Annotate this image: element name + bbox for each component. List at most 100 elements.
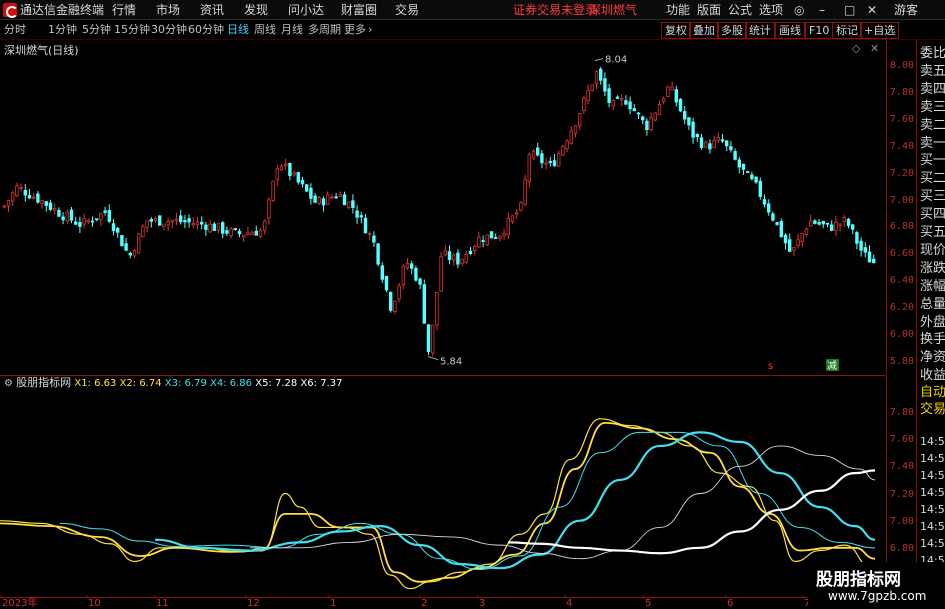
indicator-name[interactable]: 股朋指标网 — [16, 376, 71, 389]
indicator-tick-label: 6.80 — [889, 542, 914, 554]
stats-button[interactable]: 统计 — [745, 22, 775, 39]
add-watchlist-button[interactable]: +自选 — [860, 22, 900, 39]
candlestick — [481, 235, 485, 248]
menu-item-news[interactable]: 资讯 — [200, 3, 224, 17]
menu-item-function[interactable]: 功能 — [666, 3, 690, 17]
gear-icon[interactable]: ⚙ — [4, 378, 13, 389]
side-item-label[interactable]: 买二 — [920, 172, 945, 186]
side-time-label: 14:56 — [920, 486, 945, 499]
candlestick — [720, 133, 725, 144]
series-x5 — [250, 445, 876, 560]
candlestick — [775, 222, 779, 226]
guest-label[interactable]: 游客 — [894, 3, 918, 17]
menu-item-trade[interactable]: 交易 — [395, 3, 419, 17]
candlestick — [594, 70, 599, 90]
indicator-tick-label: 7.40 — [889, 461, 914, 473]
date-tick-label: 4 — [566, 598, 573, 609]
side-item-label[interactable]: 自动 — [920, 386, 945, 400]
date-tick-label: 2023年 — [2, 598, 38, 609]
menu-item-options[interactable]: 选项 — [759, 3, 783, 17]
multi-stock-button[interactable]: 多股 — [717, 22, 747, 39]
period-60min[interactable]: 60分钟 — [188, 23, 224, 37]
candlestick — [662, 96, 666, 105]
candlestick — [796, 233, 800, 249]
candlestick — [872, 254, 876, 264]
side-item-label[interactable]: 买一 — [920, 154, 945, 168]
price-tick-label: 6.80 — [889, 221, 914, 233]
side-item-label[interactable]: 买五 — [920, 226, 945, 240]
candlestick — [523, 174, 527, 207]
menu-item-ask[interactable]: 问小达 — [288, 3, 324, 17]
candlestick — [863, 242, 867, 258]
side-item-label[interactable]: 净资 — [920, 351, 945, 365]
date-tick-label: 12 — [247, 598, 260, 609]
candlestick — [804, 227, 809, 237]
date-tick-label: 10 — [88, 598, 101, 609]
side-item-label[interactable]: 外盘 — [920, 315, 945, 330]
side-item-label[interactable]: 总量 — [920, 297, 945, 312]
menu-item-formula[interactable]: 公式 — [728, 3, 752, 17]
period-multi[interactable]: 多周期 — [308, 23, 341, 37]
menu-item-quotes[interactable]: 行情 — [112, 3, 136, 17]
side-item-label[interactable]: 涨跌 — [920, 261, 945, 276]
side-item-label[interactable]: 卖一 — [920, 136, 945, 151]
period-monthly[interactable]: 月线 — [281, 23, 303, 37]
candlestick — [376, 243, 380, 267]
period-15min[interactable]: 15分钟 — [114, 23, 150, 37]
candlestick — [737, 156, 741, 174]
close-panel-icon[interactable]: ✕ — [870, 42, 879, 55]
candlestick — [414, 265, 418, 282]
candlestick — [578, 113, 582, 130]
close-icon[interactable]: ✕ — [867, 3, 877, 17]
mark-button[interactable]: 标记 — [832, 22, 862, 39]
period-1min[interactable]: 1分钟 — [48, 23, 77, 37]
side-item-label[interactable]: 涨幅 — [920, 279, 945, 294]
adjust-button[interactable]: 复权 — [661, 22, 691, 39]
candlestick — [250, 230, 254, 236]
side-item-label[interactable]: 买四 — [920, 208, 945, 222]
candlestick — [477, 231, 481, 248]
side-item-label[interactable]: 现价 — [920, 243, 945, 258]
candlestick — [544, 157, 548, 170]
candlestick-chart[interactable]: 8.04 5.84 s 减 — [0, 40, 886, 371]
minimize-icon[interactable]: – — [819, 3, 825, 17]
side-item-label[interactable]: 换手 — [920, 333, 945, 347]
chevron-right-icon[interactable]: › — [368, 23, 372, 37]
candlestick — [187, 214, 191, 228]
candlestick — [451, 252, 456, 266]
menu-item-discover[interactable]: 发现 — [244, 3, 268, 17]
side-item-label[interactable]: 卖二 — [920, 118, 945, 133]
candlestick — [506, 212, 510, 240]
period-weekly[interactable]: 周线 — [254, 23, 276, 37]
side-item-label[interactable]: 卖五 — [920, 64, 945, 79]
indicator-chart[interactable] — [0, 372, 886, 597]
side-item-label[interactable]: 卖三 — [920, 100, 945, 115]
headset-icon[interactable]: ◎ — [794, 3, 804, 17]
side-item-label[interactable]: 卖四 — [920, 82, 945, 97]
period-5min[interactable]: 5分钟 — [82, 23, 111, 37]
menu-item-layout[interactable]: 版面 — [697, 3, 721, 17]
candlestick — [624, 95, 628, 106]
price-tick-label: 6.40 — [889, 275, 914, 287]
candlestick — [788, 233, 792, 253]
side-item-label[interactable]: 收益 — [920, 369, 945, 383]
period-30min[interactable]: 30分钟 — [151, 23, 187, 37]
login-status[interactable]: 证券交易未登录 — [513, 3, 597, 17]
f10-button[interactable]: F10 — [805, 22, 834, 39]
period-more[interactable]: 更多 — [344, 23, 366, 37]
candlestick — [82, 213, 86, 229]
period-timeshare[interactable]: 分时 — [4, 23, 26, 37]
side-item-label[interactable]: 交易 — [920, 403, 945, 417]
overlay-button[interactable]: 叠加 — [689, 22, 719, 39]
menu-item-market[interactable]: 市场 — [156, 3, 180, 17]
diamond-icon[interactable]: ◇ — [852, 42, 860, 55]
date-tick-label: 2 — [421, 598, 428, 609]
side-item-label[interactable]: 委比 — [920, 47, 945, 61]
maximize-icon[interactable]: □ — [844, 3, 855, 17]
period-daily[interactable]: 日线 — [227, 23, 249, 37]
candlestick — [422, 279, 426, 324]
side-item-label[interactable]: 买三 — [920, 190, 945, 204]
candlestick — [53, 203, 57, 215]
menu-item-wealth[interactable]: 财富圈 — [341, 3, 377, 17]
draw-line-button[interactable]: 画线 — [775, 22, 805, 39]
